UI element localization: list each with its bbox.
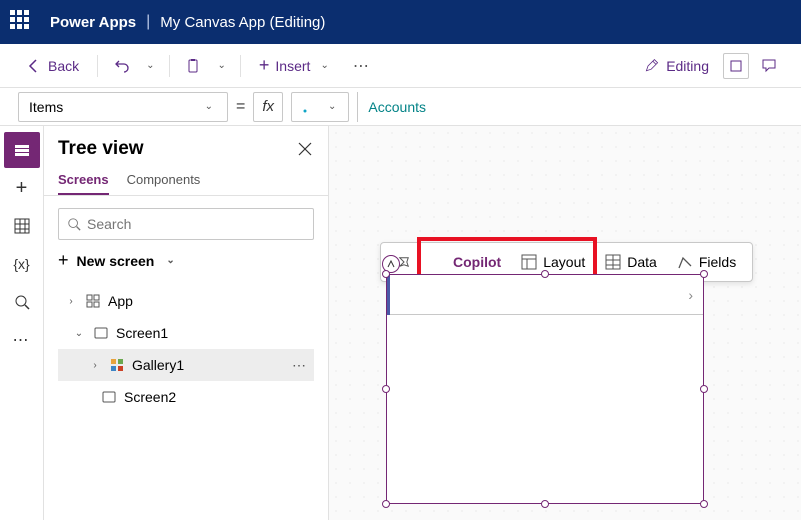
property-name: Items (29, 99, 63, 115)
data-rail-button[interactable] (4, 208, 40, 244)
search-icon (67, 217, 81, 231)
insert-button[interactable]: + Insert ⌄ (251, 51, 341, 80)
app-launcher-icon[interactable] (10, 10, 34, 34)
design-canvas[interactable]: Copilot Layout Data Fields Sort, filter,… (329, 126, 801, 520)
title-separator: | (146, 13, 150, 31)
tab-components[interactable]: Components (127, 166, 201, 195)
resize-handle[interactable] (541, 500, 549, 508)
copilot-icon (431, 254, 447, 270)
equals-sign: = (236, 98, 245, 116)
variables-rail-button[interactable]: {x} (4, 246, 40, 282)
layout-icon (521, 254, 537, 270)
back-label: Back (48, 58, 79, 74)
data-tab[interactable]: Data (597, 250, 665, 274)
global-header: Power Apps | My Canvas App (Editing) (0, 0, 801, 44)
chevron-down-icon[interactable]: ⌄ (72, 328, 86, 339)
app-file-name: My Canvas App (Editing) (160, 14, 325, 31)
search-rail-button[interactable] (4, 284, 40, 320)
screen-icon (100, 390, 118, 404)
formula-bar: Items ⌄ = fx ⌄ Accounts (0, 88, 801, 126)
undo-split-button[interactable]: ⌄ (142, 56, 158, 75)
resize-handle[interactable] (700, 270, 708, 278)
data-grid-icon (605, 254, 621, 270)
screen-icon (92, 326, 110, 340)
formula-input[interactable]: Accounts (357, 92, 783, 122)
tree-view-title: Tree view (58, 138, 144, 160)
tree-search-input[interactable] (87, 216, 305, 232)
comments-button[interactable] (755, 52, 783, 80)
resize-handle[interactable] (382, 270, 390, 278)
editing-mode-button[interactable]: Editing (636, 54, 717, 78)
insert-rail-button[interactable]: + (4, 170, 40, 206)
tree-item-screen1[interactable]: ⌄ Screen1 (58, 317, 314, 349)
command-bar: Back ⌄ ⌄ + Insert ⌄ ⋯ Editing (0, 44, 801, 88)
gallery-control[interactable]: › (386, 274, 704, 504)
property-selector[interactable]: Items ⌄ (18, 92, 228, 122)
resize-handle[interactable] (700, 500, 708, 508)
chevron-right-icon[interactable]: › (64, 296, 78, 307)
tree-search[interactable] (58, 208, 314, 240)
layout-tab[interactable]: Layout (513, 250, 593, 274)
gallery-template-row[interactable]: › (387, 275, 703, 315)
overflow-button[interactable]: ⋯ (347, 52, 375, 80)
close-panel-button[interactable] (298, 142, 312, 156)
more-rail-button[interactable]: ⋯ (4, 322, 40, 358)
product-name: Power Apps (50, 14, 136, 31)
insert-label: Insert (275, 58, 310, 74)
paste-split-button[interactable]: ⌄ (214, 56, 230, 75)
tree-item-screen2[interactable]: › Screen2 (58, 381, 314, 413)
item-more-button[interactable]: ⋯ (292, 357, 306, 374)
editing-label: Editing (666, 58, 709, 74)
tab-screens[interactable]: Screens (58, 166, 109, 195)
page-settings-button[interactable] (723, 53, 749, 79)
new-screen-button[interactable]: + New screen ⌄ (58, 250, 314, 271)
fx-box: fx (253, 92, 283, 122)
tree-view-panel: Tree view Screens Components + New scree… (44, 126, 329, 520)
copilot-formula-button[interactable]: ⌄ (291, 92, 349, 122)
app-icon (84, 294, 102, 308)
resize-handle[interactable] (700, 385, 708, 393)
paste-button[interactable] (180, 52, 208, 80)
back-button[interactable]: Back (18, 54, 87, 78)
fields-icon (677, 254, 693, 270)
tree-item-app[interactable]: › App (58, 285, 314, 317)
tree-view-rail-button[interactable] (4, 132, 40, 168)
tree-item-gallery1[interactable]: › Gallery1 ⋯ (58, 349, 314, 381)
resize-handle[interactable] (382, 500, 390, 508)
resize-handle[interactable] (382, 385, 390, 393)
gallery-icon (108, 358, 126, 372)
resize-handle[interactable] (541, 270, 549, 278)
template-indicator (387, 275, 390, 315)
fx-icon: fx (262, 98, 274, 115)
undo-button[interactable] (108, 52, 136, 80)
left-rail: + {x} ⋯ (0, 126, 44, 520)
chevron-right-icon[interactable]: › (88, 360, 102, 371)
copilot-tab[interactable]: Copilot (423, 250, 509, 274)
copilot-icon (300, 99, 316, 115)
chevron-right-icon: › (688, 287, 693, 303)
